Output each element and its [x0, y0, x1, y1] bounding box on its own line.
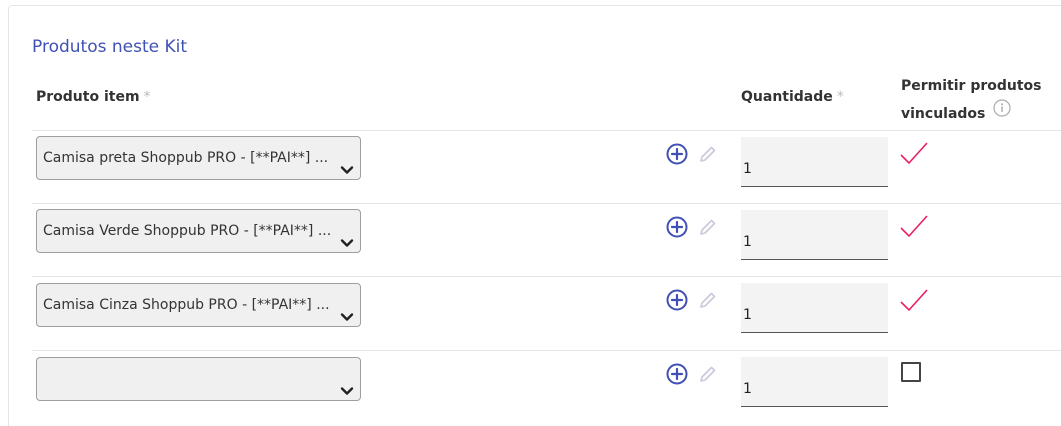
product-select[interactable]: Camisa preta Shoppub PRO - [**PAI**] ... — [36, 136, 361, 180]
chevron-down-icon — [340, 225, 354, 252]
product-select[interactable]: Camisa Cinza Shoppub PRO - [**PAI**] ... — [36, 283, 361, 327]
header-quantity: Quantidade * — [741, 89, 844, 105]
edit-pencil-icon[interactable] — [698, 290, 718, 310]
header-allow-linked-products: Permitir produtos vinculados — [901, 72, 1061, 128]
chevron-down-icon — [340, 373, 354, 400]
add-product-icon[interactable] — [666, 289, 688, 311]
product-select-value: Camisa Verde Shoppub PRO - [**PAI**] ... — [43, 223, 332, 239]
chevron-down-icon — [340, 152, 354, 179]
row-divider — [32, 350, 1061, 351]
product-select-value: Camisa preta Shoppub PRO - [**PAI**] ... — [43, 150, 329, 166]
required-marker: * — [836, 89, 844, 105]
row-divider — [32, 130, 1061, 131]
quantity-input[interactable] — [741, 210, 888, 260]
allow-linked-check-icon[interactable] — [899, 140, 929, 168]
header-product-item: Produto item * — [36, 89, 151, 105]
quantity-input[interactable] — [741, 283, 888, 333]
row-divider — [32, 203, 1061, 204]
required-marker: * — [143, 89, 151, 105]
row-divider — [32, 276, 1061, 277]
edit-pencil-icon[interactable] — [698, 364, 718, 384]
edit-pencil-icon[interactable] — [698, 217, 718, 237]
allow-linked-check-icon[interactable] — [899, 287, 929, 315]
chevron-down-icon — [340, 299, 354, 326]
add-product-icon[interactable] — [666, 216, 688, 238]
product-select-value: Camisa Cinza Shoppub PRO - [**PAI**] ... — [43, 297, 330, 313]
info-icon[interactable] — [993, 98, 1011, 127]
quantity-input[interactable] — [741, 137, 888, 187]
add-product-icon[interactable] — [666, 363, 688, 385]
edit-pencil-icon[interactable] — [698, 144, 718, 164]
product-select[interactable] — [36, 357, 361, 401]
add-product-icon[interactable] — [666, 143, 688, 165]
product-select[interactable]: Camisa Verde Shoppub PRO - [**PAI**] ... — [36, 209, 361, 253]
allow-linked-check-icon[interactable] — [899, 213, 929, 241]
allow-linked-checkbox[interactable] — [901, 362, 921, 382]
quantity-input[interactable] — [741, 357, 888, 407]
section-title: Produtos neste Kit — [32, 37, 188, 57]
